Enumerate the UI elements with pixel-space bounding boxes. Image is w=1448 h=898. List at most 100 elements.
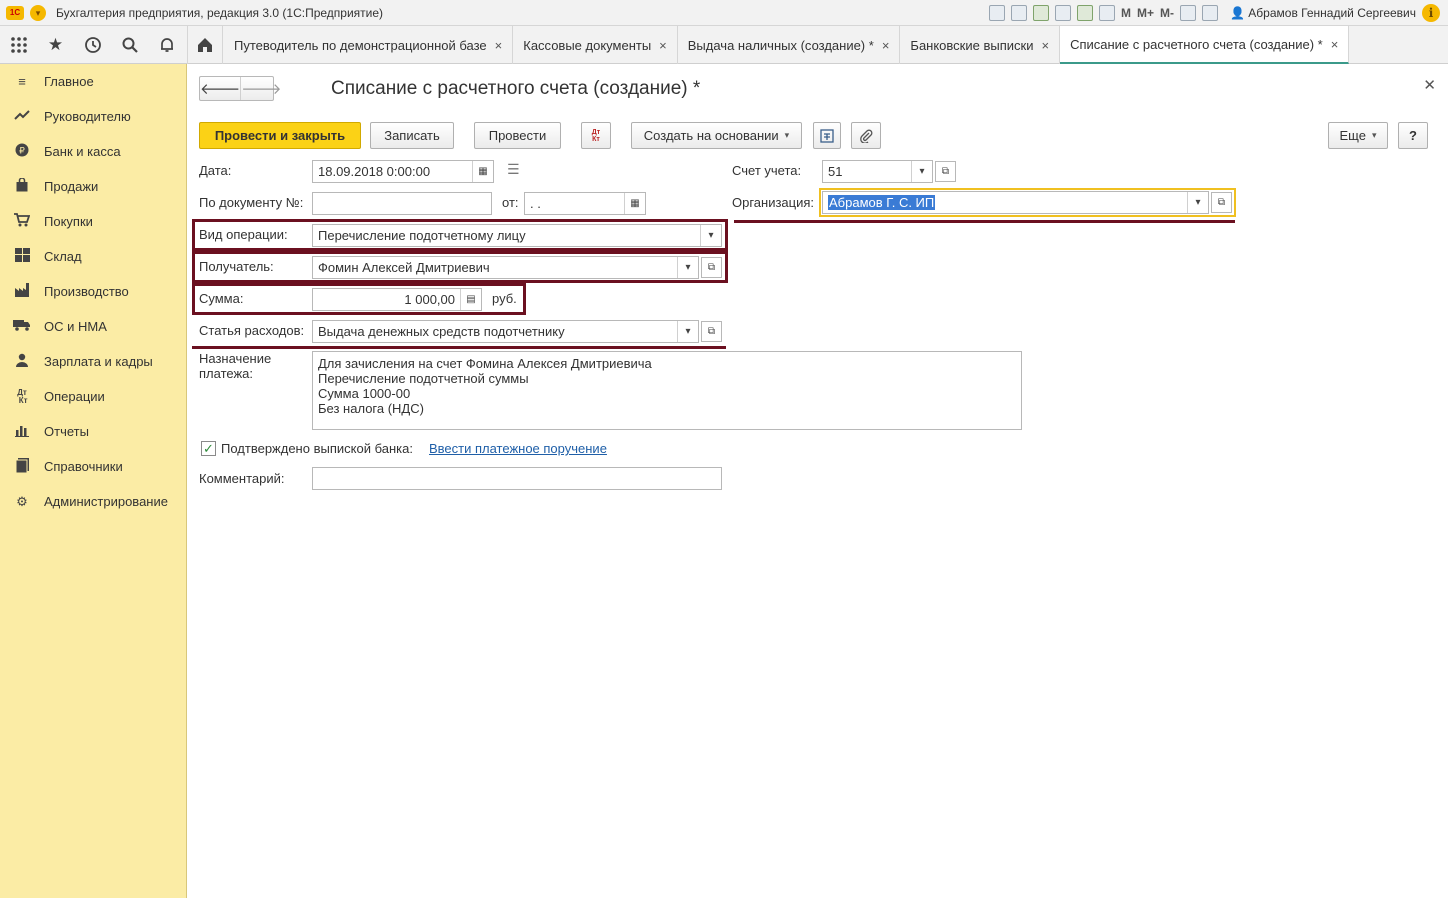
close-icon[interactable]: × — [1041, 38, 1049, 53]
purpose-line: Без налога (НДС) — [318, 401, 424, 416]
app-menu-icon[interactable]: ▾ — [30, 4, 46, 21]
upload-icon[interactable] — [1032, 5, 1049, 21]
open-account-icon[interactable]: ⧉ — [935, 161, 956, 182]
docnum-label: По документу №: — [199, 195, 304, 210]
sum-field[interactable]: 1 000,00 ▤ — [312, 288, 482, 311]
confirmed-label: Подтверждено выпиской банка: — [221, 441, 413, 456]
chevron-down-icon[interactable]: ▾ — [911, 161, 932, 182]
sidebar-item-bank-cash[interactable]: ₽ Банк и касса — [0, 134, 186, 169]
sidebar-item-purchases[interactable]: Покупки — [0, 204, 186, 239]
chevron-down-icon[interactable]: ▾ — [677, 321, 698, 342]
save-button[interactable]: Записать — [370, 122, 454, 149]
attachment-icon[interactable] — [851, 122, 881, 149]
sidebar-item-reports[interactable]: Отчеты — [0, 414, 186, 449]
print-icon[interactable] — [1010, 5, 1027, 21]
sidebar-item-administration[interactable]: ⚙ Администрирование — [0, 484, 186, 519]
sidebar-item-manager[interactable]: Руководителю — [0, 99, 186, 134]
close-icon[interactable]: × — [495, 38, 503, 53]
zoom-icon[interactable] — [1180, 5, 1196, 21]
open-recipient-icon[interactable]: ⧉ — [701, 257, 722, 278]
expense-field[interactable]: Выдача денежных средств подотчетнику ▾ — [312, 320, 699, 343]
home-icon[interactable] — [187, 26, 223, 64]
user-icon: 👤 — [1230, 6, 1245, 20]
docnum-field[interactable] — [312, 192, 492, 215]
create-based-on-button[interactable]: Создать на основании — [631, 122, 802, 149]
account-field[interactable]: 51 ▾ — [822, 160, 933, 183]
sidebar-item-main[interactable]: ≡ Главное — [0, 64, 186, 99]
calculator-icon[interactable] — [1076, 5, 1093, 21]
calendar-icon[interactable]: ▦ — [624, 193, 645, 214]
comment-field[interactable] — [312, 467, 722, 490]
apps-grid-icon[interactable] — [0, 26, 37, 64]
sidebar-item-warehouse[interactable]: Склад — [0, 239, 186, 274]
sidebar-item-production[interactable]: Производство — [0, 274, 186, 309]
history-list-icon[interactable]: ☰ — [507, 161, 520, 178]
post-and-close-button[interactable]: Провести и закрыть — [199, 122, 361, 149]
preview-icon[interactable] — [1054, 5, 1071, 21]
purpose-label-line1: Назначение — [199, 351, 272, 366]
post-button[interactable]: Провести — [474, 122, 561, 149]
structure-icon[interactable] — [813, 122, 841, 149]
panels-icon[interactable] — [1202, 5, 1218, 21]
sidebar-item-sales[interactable]: Продажи — [0, 169, 186, 204]
sidebar-item-label: Руководителю — [44, 109, 131, 124]
from-date-field[interactable]: . . ▦ — [524, 192, 646, 215]
close-form-icon[interactable]: ✕ — [1423, 76, 1436, 94]
calculator-icon[interactable]: ▤ — [460, 289, 481, 310]
open-expense-icon[interactable]: ⧉ — [701, 321, 722, 342]
forward-arrow-icon[interactable]: 🡒 — [240, 77, 281, 100]
recipient-field[interactable]: Фомин Алексей Дмитриевич ▾ — [312, 256, 699, 279]
tab-label: Кассовые документы — [523, 37, 652, 53]
date-label: Дата: — [199, 163, 232, 178]
tab-cash-documents[interactable]: Кассовые документы × — [513, 26, 678, 64]
purpose-line: Сумма 1000-00 — [318, 386, 411, 401]
tab-cash-withdrawal[interactable]: Выдача наличных (создание) * × — [678, 26, 901, 64]
open-tabs: Путеводитель по демонстрационной базе × … — [224, 26, 1350, 64]
tab-guide[interactable]: Путеводитель по демонстрационной базе × — [224, 26, 514, 64]
chevron-down-icon[interactable]: ▾ — [677, 257, 698, 278]
memory-button[interactable]: M — [1121, 6, 1131, 20]
sidebar-item-catalogs[interactable]: Справочники — [0, 449, 186, 484]
sidebar-item-operations[interactable]: Дт Кт Операции — [0, 379, 186, 414]
chevron-down-icon[interactable]: ▾ — [1187, 192, 1208, 213]
history-icon[interactable] — [74, 26, 111, 64]
memory-add-button[interactable]: M+ — [1137, 6, 1154, 20]
account-label: Счет учета: — [732, 163, 802, 178]
sum-label: Сумма: — [199, 291, 244, 306]
operation-value: Перечисление подотчетному лицу — [318, 228, 526, 243]
page-title: Списание с расчетного счета (создание) * — [331, 78, 701, 99]
save-icon[interactable] — [988, 5, 1005, 21]
memory-subtract-button[interactable]: M- — [1160, 6, 1174, 20]
search-icon[interactable] — [111, 26, 148, 64]
org-underline — [734, 220, 1235, 223]
purpose-label-line2: платежа: — [199, 366, 253, 381]
org-field[interactable]: Абрамов Г. С. ИП ▾ — [822, 191, 1209, 214]
date-field[interactable]: 18.09.2018 0:00:00 ▦ — [312, 160, 494, 183]
bell-icon[interactable] — [148, 26, 185, 64]
sidebar-item-fixed-assets[interactable]: ОС и НМА — [0, 309, 186, 344]
tab-bank-statements[interactable]: Банковские выписки × — [900, 26, 1061, 64]
operation-field[interactable]: Перечисление подотчетному лицу ▾ — [312, 224, 722, 247]
current-user[interactable]: 👤 Абрамов Геннадий Сергеевич — [1230, 6, 1416, 20]
chevron-down-icon[interactable]: ▾ — [700, 225, 721, 246]
truck-icon — [13, 319, 31, 334]
confirmed-checkbox[interactable]: ✓ — [201, 441, 216, 456]
payment-order-link[interactable]: Ввести платежное поручение — [429, 441, 607, 456]
coin-icon: ₽ — [13, 143, 31, 160]
close-icon[interactable]: × — [1331, 37, 1339, 52]
calendar-icon[interactable]: ▦ — [472, 161, 493, 182]
sidebar-item-salary-hr[interactable]: Зарплата и кадры — [0, 344, 186, 379]
tab-bank-debit[interactable]: Списание с расчетного счета (создание) *… — [1060, 26, 1350, 64]
back-arrow-icon[interactable]: 🡐 — [200, 77, 240, 100]
dtkt-report-icon[interactable]: Дт Кт — [581, 122, 611, 149]
favorites-star-icon[interactable]: ★ — [37, 26, 74, 64]
close-icon[interactable]: × — [882, 38, 890, 53]
close-icon[interactable]: × — [659, 38, 667, 53]
info-icon[interactable]: i — [1422, 4, 1440, 22]
purpose-textarea[interactable]: Для зачисления на счет Фомина Алексея Дм… — [312, 351, 1022, 430]
more-button[interactable]: Еще — [1328, 122, 1388, 149]
help-button[interactable]: ? — [1398, 122, 1428, 149]
calendar-icon[interactable] — [1098, 5, 1115, 21]
open-org-icon[interactable]: ⧉ — [1211, 192, 1232, 213]
sum-value: 1 000,00 — [404, 292, 455, 307]
